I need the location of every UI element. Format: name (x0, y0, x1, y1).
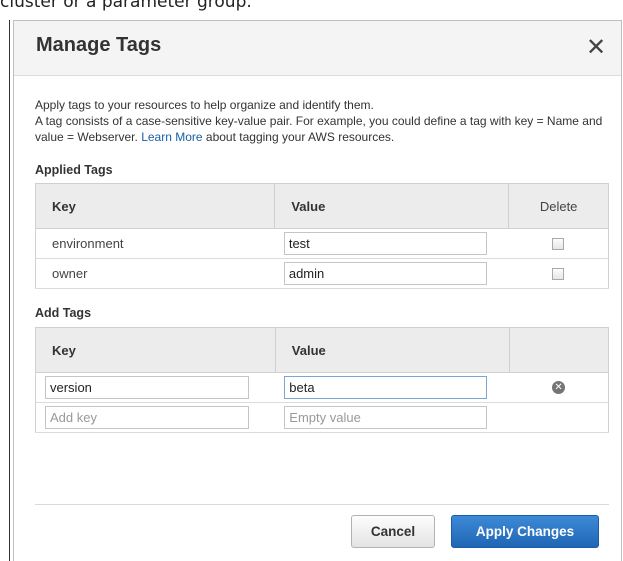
table-cell-value (275, 402, 510, 433)
table-cell-delete (508, 258, 609, 289)
dialog-header: Manage Tags ✕ (14, 21, 621, 76)
table-header-row: Key Value Delete (34, 183, 609, 229)
dialog-description: Apply tags to your resources to help org… (35, 97, 615, 145)
table-cell-value (274, 258, 509, 289)
applied-tags-table: Key Value Delete environment owner (34, 183, 609, 289)
add-tags-table: Key Value ✕ (35, 327, 610, 433)
description-line-2: A tag consists of a case-sensitive key-v… (35, 113, 615, 145)
applied-tags-label: Applied Tags (35, 163, 113, 177)
table-header-row: Key Value (35, 327, 610, 373)
description-line-1: Apply tags to your resources to help org… (35, 98, 374, 112)
cancel-button[interactable]: Cancel (351, 515, 435, 548)
table-row (35, 402, 610, 433)
new-key-input[interactable] (45, 406, 249, 429)
table-cell-value (275, 372, 510, 403)
table-cell-key: owner (34, 258, 275, 289)
column-header-key: Key (34, 183, 276, 229)
table-cell-key (35, 372, 276, 403)
tag-key-input[interactable] (45, 376, 249, 399)
table-row: environment (34, 228, 609, 259)
column-header-delete: Delete (508, 183, 609, 229)
column-header-key: Key (35, 327, 276, 373)
background-page-border (9, 20, 10, 561)
table-cell-delete (508, 228, 609, 259)
manage-tags-dialog: Manage Tags ✕ Apply tags to your resourc… (13, 20, 622, 561)
table-cell-key (35, 402, 276, 433)
column-header-value: Value (274, 327, 510, 373)
remove-circle-icon[interactable]: ✕ (552, 381, 566, 394)
delete-checkbox[interactable] (552, 237, 565, 250)
tag-key-text: owner (52, 266, 88, 281)
delete-checkbox[interactable] (552, 267, 565, 280)
background-page-text: cluster or a parameter group. (0, 0, 252, 12)
add-tags-label: Add Tags (35, 306, 92, 320)
close-icon[interactable]: ✕ (583, 33, 609, 61)
column-header-empty (508, 327, 610, 373)
table-cell-key: environment (34, 228, 275, 259)
table-cell-empty (509, 402, 610, 433)
description-line-2-suffix: about tagging your AWS resources. (205, 130, 395, 144)
table-row: owner (34, 258, 609, 289)
tag-value-input[interactable] (283, 232, 487, 255)
new-value-input[interactable] (284, 406, 488, 429)
tag-value-input[interactable] (284, 376, 488, 399)
learn-more-link[interactable]: Learn More (141, 130, 202, 144)
footer-divider (35, 504, 609, 505)
table-row: ✕ (35, 372, 610, 403)
table-cell-value (274, 228, 509, 259)
dialog-title: Manage Tags (36, 34, 162, 56)
column-header-value: Value (274, 183, 510, 229)
tag-key-text: environment (52, 236, 124, 251)
table-cell-remove: ✕ (509, 372, 610, 403)
tag-value-input[interactable] (283, 262, 487, 285)
apply-changes-button[interactable]: Apply Changes (451, 515, 599, 548)
